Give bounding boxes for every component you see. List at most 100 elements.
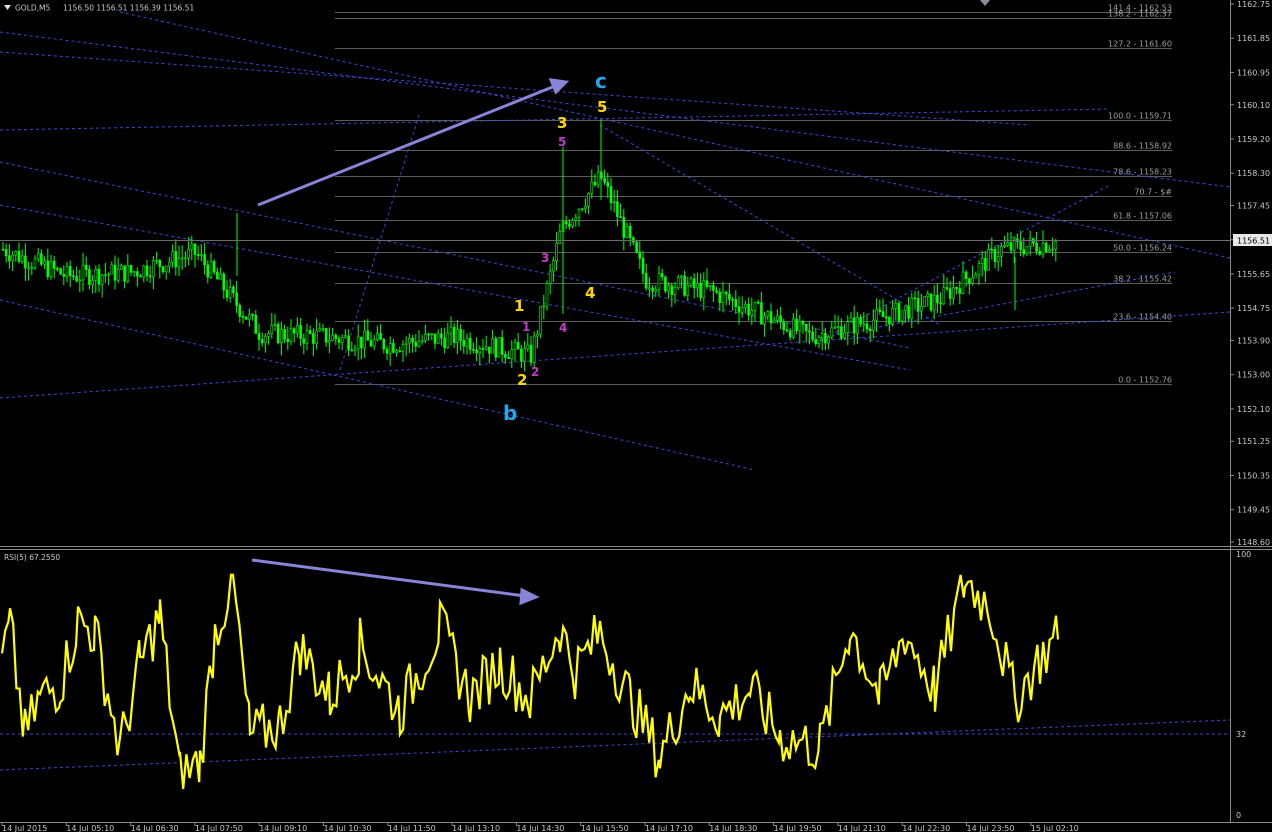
candle-body	[510, 349, 514, 360]
shift-marker-icon[interactable]	[980, 0, 990, 6]
fib-label: 0.0 - 1152.76	[1118, 376, 1172, 385]
candle-body	[462, 340, 466, 347]
candle-body	[1028, 238, 1032, 247]
candle-body	[507, 357, 510, 360]
candle-body	[977, 263, 981, 275]
candle-body	[286, 338, 290, 342]
candle-body	[353, 348, 357, 351]
rsi-arrow	[251, 558, 526, 598]
candle-body	[539, 305, 542, 335]
candle-body	[24, 255, 27, 269]
candle-body	[555, 243, 558, 262]
candle-body	[340, 336, 344, 343]
candle-body	[315, 330, 318, 344]
candle-body	[331, 334, 334, 341]
candle-body	[750, 310, 754, 316]
candle-body	[1009, 242, 1013, 251]
candle-body	[776, 315, 779, 321]
candle-body	[475, 349, 478, 354]
candle-body	[692, 278, 696, 289]
candle-body	[136, 271, 139, 277]
candle-body	[104, 274, 107, 276]
candle-body	[481, 348, 485, 350]
candle-body	[1035, 242, 1038, 252]
candle-body	[817, 337, 821, 345]
price-tick-label: 1154.75	[1237, 304, 1270, 313]
candle-body	[116, 269, 120, 281]
candle-body	[788, 330, 792, 338]
candle-body	[500, 337, 504, 355]
candle-body	[1022, 249, 1026, 255]
candle-body	[219, 273, 222, 280]
candle-body	[1038, 250, 1042, 255]
candle-body	[728, 293, 731, 300]
candle-body	[1044, 242, 1048, 252]
time-tick-label: 14 Jul 18:30	[709, 824, 757, 832]
wave-3-label: 3	[557, 114, 567, 132]
wave-5-label: 5	[597, 98, 607, 116]
candle-body	[88, 269, 91, 285]
candle-body	[625, 225, 629, 238]
candle-body	[756, 301, 760, 304]
candle-body	[216, 271, 219, 280]
candle-body	[158, 259, 162, 268]
candle-body	[43, 260, 46, 265]
price-tick-label: 1157.45	[1237, 202, 1270, 211]
candle-body	[737, 306, 741, 313]
candle-body	[916, 298, 920, 312]
price-tick-label: 1158.30	[1237, 169, 1270, 178]
candle-body	[142, 265, 146, 278]
candle-body	[398, 350, 402, 353]
candle-body	[552, 260, 555, 272]
candle-body	[792, 318, 795, 338]
candle-body	[1006, 242, 1010, 246]
candle-body	[478, 348, 482, 354]
candle-body	[920, 306, 923, 312]
candle-body	[596, 171, 600, 186]
candle-body	[420, 340, 424, 342]
price-tick-label: 1162.75	[1237, 0, 1270, 9]
candle-body	[996, 256, 1000, 262]
candle-body	[974, 273, 978, 279]
candle-body	[1019, 241, 1022, 250]
candle-body	[673, 287, 677, 295]
candle-body	[868, 328, 872, 331]
candle-body	[894, 302, 898, 309]
candle-body	[968, 278, 971, 284]
candle-body	[344, 335, 347, 338]
candle-body	[840, 326, 843, 339]
time-tick-label: 14 Jul 22:30	[902, 824, 950, 832]
candle-body	[667, 285, 670, 292]
candle-body	[225, 289, 229, 298]
candle-body	[369, 340, 373, 347]
candle-body	[638, 251, 642, 259]
price-tick-label: 1148.60	[1237, 538, 1270, 547]
candle-body	[568, 223, 571, 227]
candle-body	[1048, 249, 1051, 252]
wave-4-label: 4	[585, 284, 595, 302]
candle-body	[440, 333, 443, 339]
candle-body	[200, 254, 203, 256]
menu-triangle-icon[interactable]	[4, 5, 11, 10]
candle-body	[747, 303, 750, 316]
candle-body	[753, 301, 757, 311]
candle-body	[270, 325, 274, 334]
candle-body	[913, 297, 917, 300]
candle-body	[376, 333, 379, 341]
candle-body	[635, 241, 638, 253]
candle-body	[296, 325, 299, 334]
candle-body	[990, 249, 994, 251]
candle-body	[884, 316, 888, 319]
candle-body	[113, 264, 117, 281]
price-tick-label: 1152.10	[1237, 405, 1270, 414]
candle-body	[836, 326, 840, 328]
candle-body	[798, 321, 802, 331]
candle-body	[452, 326, 456, 343]
price-tick-label: 1153.90	[1237, 336, 1270, 345]
candle-body	[161, 266, 165, 272]
candle-body	[689, 278, 693, 286]
candle-body	[715, 290, 718, 293]
candle-body	[852, 317, 856, 334]
candle-body	[670, 285, 674, 295]
candle-body	[244, 316, 248, 320]
